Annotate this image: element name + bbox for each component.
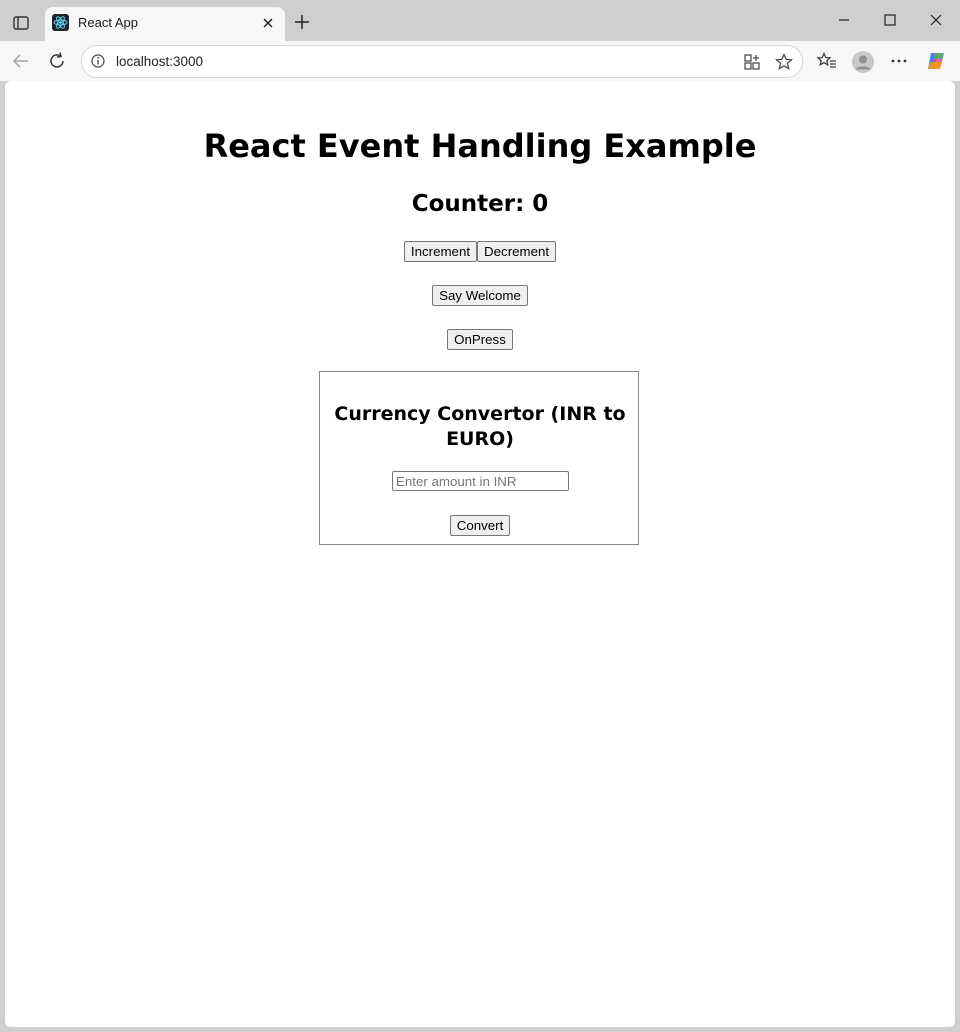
- inr-amount-input[interactable]: [392, 471, 569, 491]
- page-title: React Event Handling Example: [203, 127, 757, 165]
- react-logo-icon: [52, 14, 69, 31]
- profile-avatar-icon[interactable]: [851, 50, 874, 73]
- site-info-icon[interactable]: [90, 53, 106, 69]
- convert-row: Convert: [320, 515, 640, 536]
- app-available-icon[interactable]: [742, 52, 762, 72]
- reload-icon[interactable]: [46, 50, 68, 72]
- favorite-star-icon[interactable]: [774, 52, 794, 72]
- close-tab-icon[interactable]: [259, 14, 277, 32]
- minimize-icon[interactable]: [834, 10, 854, 30]
- maximize-icon[interactable]: [880, 10, 900, 30]
- welcome-row: Say Welcome: [5, 285, 955, 306]
- browser-tab[interactable]: React App: [45, 7, 285, 41]
- say-welcome-button[interactable]: Say Welcome: [432, 285, 528, 306]
- tab-title: React App: [78, 15, 138, 30]
- currency-converter-heading: Currency Convertor (INR to EURO): [334, 403, 626, 450]
- tab-actions-icon[interactable]: [10, 12, 32, 34]
- decrement-button[interactable]: Decrement: [477, 241, 557, 262]
- address-bar[interactable]: localhost:3000: [81, 45, 803, 78]
- url-text[interactable]: localhost:3000: [116, 54, 203, 69]
- convert-button[interactable]: Convert: [449, 515, 511, 536]
- close-window-icon[interactable]: [926, 10, 946, 30]
- tab-strip: React App: [0, 0, 960, 41]
- new-tab-icon[interactable]: [292, 12, 312, 32]
- onpress-row: OnPress: [5, 329, 955, 350]
- more-options-icon[interactable]: [888, 50, 910, 72]
- favorites-icon[interactable]: [816, 50, 838, 72]
- copilot-icon[interactable]: [925, 50, 947, 72]
- counter-display: Counter: 0: [411, 191, 549, 217]
- browser-toolbar: localhost:3000: [0, 41, 960, 81]
- counter-buttons: Increment Decrement: [5, 241, 955, 262]
- increment-button[interactable]: Increment: [403, 241, 478, 262]
- browser-window: React App localhost:3000 React Event Han…: [0, 0, 960, 1032]
- back-arrow-icon[interactable]: [10, 50, 32, 72]
- onpress-button[interactable]: OnPress: [447, 329, 513, 350]
- currency-converter-panel: Currency Convertor (INR to EURO) Convert: [319, 371, 639, 545]
- page-viewport: React Event Handling Example Counter: 0 …: [5, 81, 955, 1027]
